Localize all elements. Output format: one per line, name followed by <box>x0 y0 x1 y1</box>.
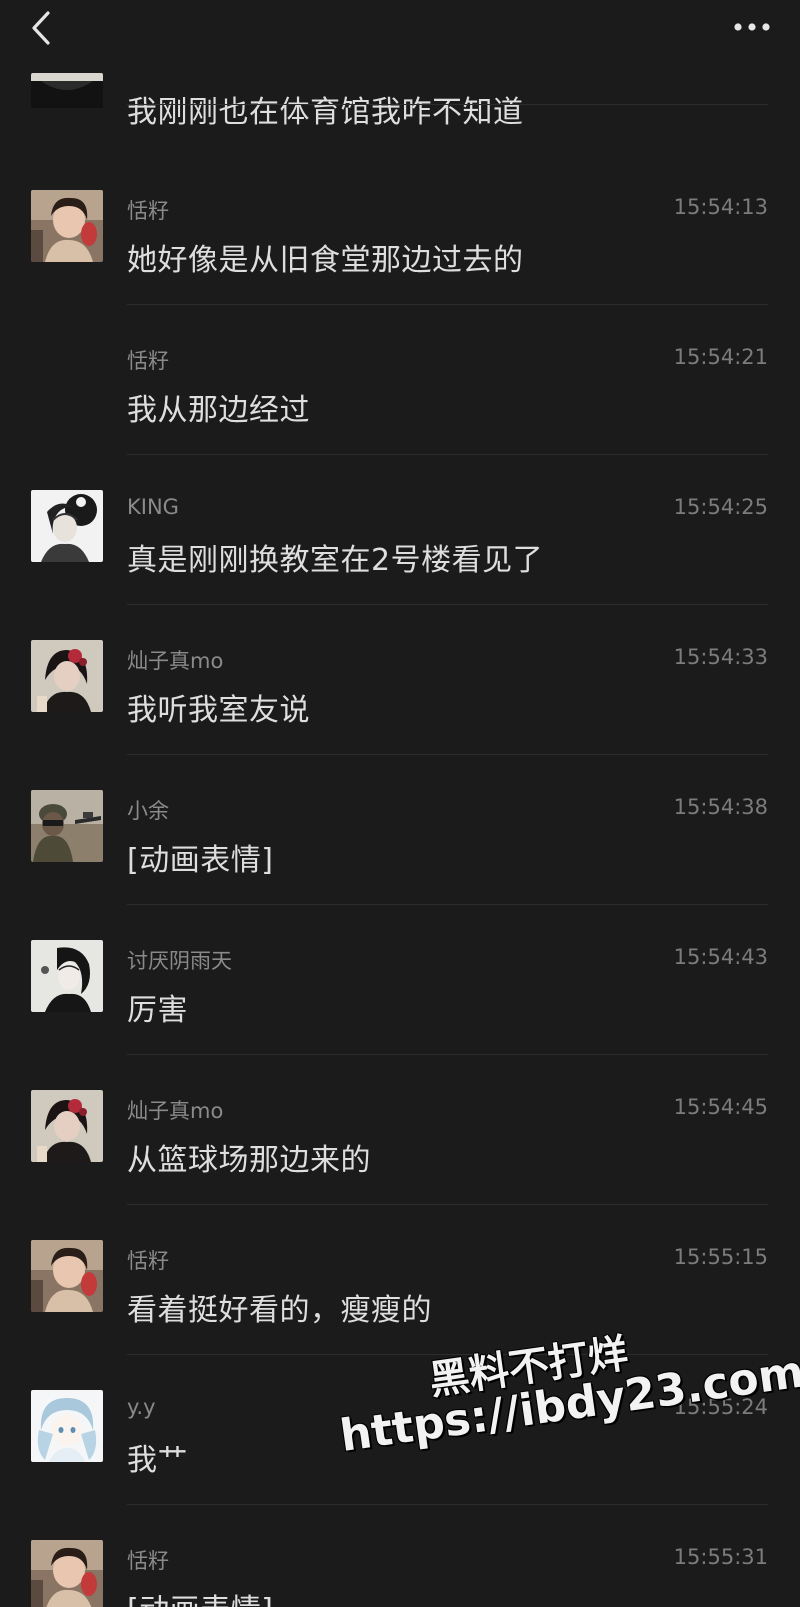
message-time: 15:54:25 <box>673 495 768 519</box>
user-avatar[interactable] <box>31 790 103 862</box>
user-avatar[interactable] <box>31 490 103 562</box>
message-text[interactable]: 从篮球场那边来的 <box>127 1135 371 1179</box>
message-row[interactable]: KING 15:54:25 真是刚刚换教室在2号楼看见了 <box>0 455 800 605</box>
message-time: 15:54:33 <box>673 645 768 669</box>
message-text[interactable]: 我艹 <box>127 1435 188 1479</box>
message-time: 15:54:21 <box>673 345 768 369</box>
message-row[interactable]: 讨厌阴雨天 15:54:43 厉害 <box>0 905 800 1055</box>
sender-name: 恬籽 <box>127 349 169 373</box>
message-text[interactable]: 我从那边经过 <box>127 385 310 429</box>
user-avatar[interactable] <box>31 73 103 108</box>
message-time: 15:55:31 <box>673 1545 768 1569</box>
user-avatar[interactable] <box>31 640 103 712</box>
user-avatar[interactable] <box>31 1390 103 1462</box>
message-text[interactable]: 我听我室友说 <box>127 685 310 729</box>
sender-name: 恬籽 <box>127 1549 169 1573</box>
user-avatar[interactable] <box>31 1540 103 1607</box>
user-avatar[interactable] <box>31 1090 103 1162</box>
message-time: 15:54:38 <box>673 795 768 819</box>
message-row[interactable]: 恬籽 15:54:13 她好像是从旧食堂那边过去的 <box>0 155 800 305</box>
message-time: 15:54:45 <box>673 1095 768 1119</box>
message-text[interactable]: 她好像是从旧食堂那边过去的 <box>127 235 524 279</box>
message-time: 15:54:43 <box>673 945 768 969</box>
sender-name: 恬籽 <box>127 1249 169 1273</box>
user-avatar[interactable] <box>31 190 103 262</box>
sender-name: 灿子真mo <box>127 649 224 673</box>
message-row[interactable]: 小余 15:54:38 [动画表情] <box>0 755 800 905</box>
message-row[interactable]: 灿子真mo 15:54:45 从篮球场那边来的 <box>0 1055 800 1205</box>
message-text[interactable]: 看着挺好看的，瘦瘦的 <box>127 1285 432 1329</box>
message-text[interactable]: 厉害 <box>127 985 188 1029</box>
message-text[interactable]: 真是刚刚换教室在2号楼看见了 <box>127 535 543 579</box>
message-text[interactable]: 我刚刚也在体育馆我咋不知道 <box>127 87 524 131</box>
message-text[interactable]: [动画表情] <box>127 1585 273 1607</box>
message-time: 15:55:15 <box>673 1245 768 1269</box>
sender-name: 讨厌阴雨天 <box>127 949 232 973</box>
chat-screen: 我刚刚也在体育馆我咋不知道 恬籽 15:54:13 她好像是从旧食堂那边过去的 … <box>0 0 800 1607</box>
message-row[interactable]: 恬籽 15:55:15 看着挺好看的，瘦瘦的 <box>0 1205 800 1355</box>
user-avatar[interactable] <box>31 940 103 1012</box>
message-row[interactable]: y.y 15:55:24 我艹 <box>0 1355 800 1505</box>
message-row[interactable]: 恬籽 15:55:31 [动画表情] <box>0 1505 800 1607</box>
sender-name: y.y <box>127 1395 156 1419</box>
message-row[interactable]: 我刚刚也在体育馆我咋不知道 <box>0 0 800 130</box>
sender-name: 恬籽 <box>127 199 169 223</box>
sender-name: 小余 <box>127 799 169 823</box>
message-time: 15:54:13 <box>673 195 768 219</box>
message-row[interactable]: 灿子真mo 15:54:33 我听我室友说 <box>0 605 800 755</box>
user-avatar[interactable] <box>31 1240 103 1312</box>
message-divider <box>127 104 768 105</box>
message-text[interactable]: [动画表情] <box>127 835 273 879</box>
sender-name: KING <box>127 495 179 519</box>
message-time: 15:55:24 <box>673 1395 768 1419</box>
message-row[interactable]: 恬籽 15:54:21 我从那边经过 <box>0 305 800 455</box>
sender-name: 灿子真mo <box>127 1099 224 1123</box>
